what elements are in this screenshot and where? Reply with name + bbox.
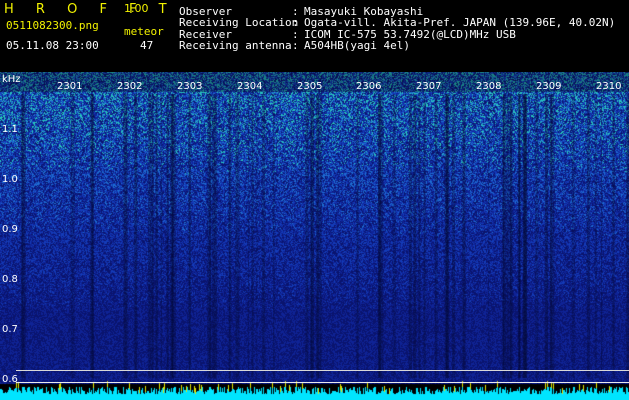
spectrogram-panel: kHz 1.1 1.0 0.9 0.8 0.7 0.6 2301 2302 23… bbox=[0, 72, 629, 400]
info-value-antenna: A504HB(yagi 4el) bbox=[304, 39, 410, 52]
app-version: 1.00 bbox=[124, 2, 149, 15]
time-tick-label: 2310 bbox=[596, 81, 622, 92]
y-tick-label: 0.6 bbox=[2, 374, 18, 385]
time-tick-label: 2304 bbox=[237, 81, 263, 92]
meteor-label: meteor bbox=[124, 25, 164, 38]
header-panel: H R O F F T 1.00 0511082300.png 05.11.08… bbox=[0, 0, 629, 72]
info-sep-antenna: : bbox=[292, 39, 299, 52]
y-tick-label: 1.1 bbox=[2, 124, 18, 135]
time-tick-label: 2309 bbox=[536, 81, 562, 92]
meteor-count: 47 bbox=[140, 39, 154, 52]
file-name: 0511082300.png bbox=[6, 19, 99, 32]
time-tick-label: 2307 bbox=[416, 81, 442, 92]
y-tick-label: 1.0 bbox=[2, 174, 18, 185]
spectrogram-canvas bbox=[0, 72, 629, 400]
time-tick-label: 2306 bbox=[356, 81, 382, 92]
y-tick-label: 0.7 bbox=[2, 324, 18, 335]
y-tick-label: 0.9 bbox=[2, 224, 18, 235]
info-key-antenna: Receiving antenna bbox=[179, 39, 292, 52]
time-tick-label: 2302 bbox=[117, 81, 143, 92]
file-datetime: 05.11.08 23:00 bbox=[6, 39, 99, 52]
time-tick-label: 2301 bbox=[57, 81, 83, 92]
app-title: H R O F F T bbox=[4, 2, 176, 17]
time-tick-label: 2303 bbox=[177, 81, 203, 92]
time-tick-label: 2305 bbox=[297, 81, 323, 92]
time-tick-label: 2308 bbox=[476, 81, 502, 92]
y-tick-label: 0.8 bbox=[2, 274, 18, 285]
frequency-unit-label: kHz bbox=[2, 74, 21, 85]
frequency-marker-line bbox=[16, 382, 629, 383]
frequency-marker-line bbox=[16, 370, 629, 371]
